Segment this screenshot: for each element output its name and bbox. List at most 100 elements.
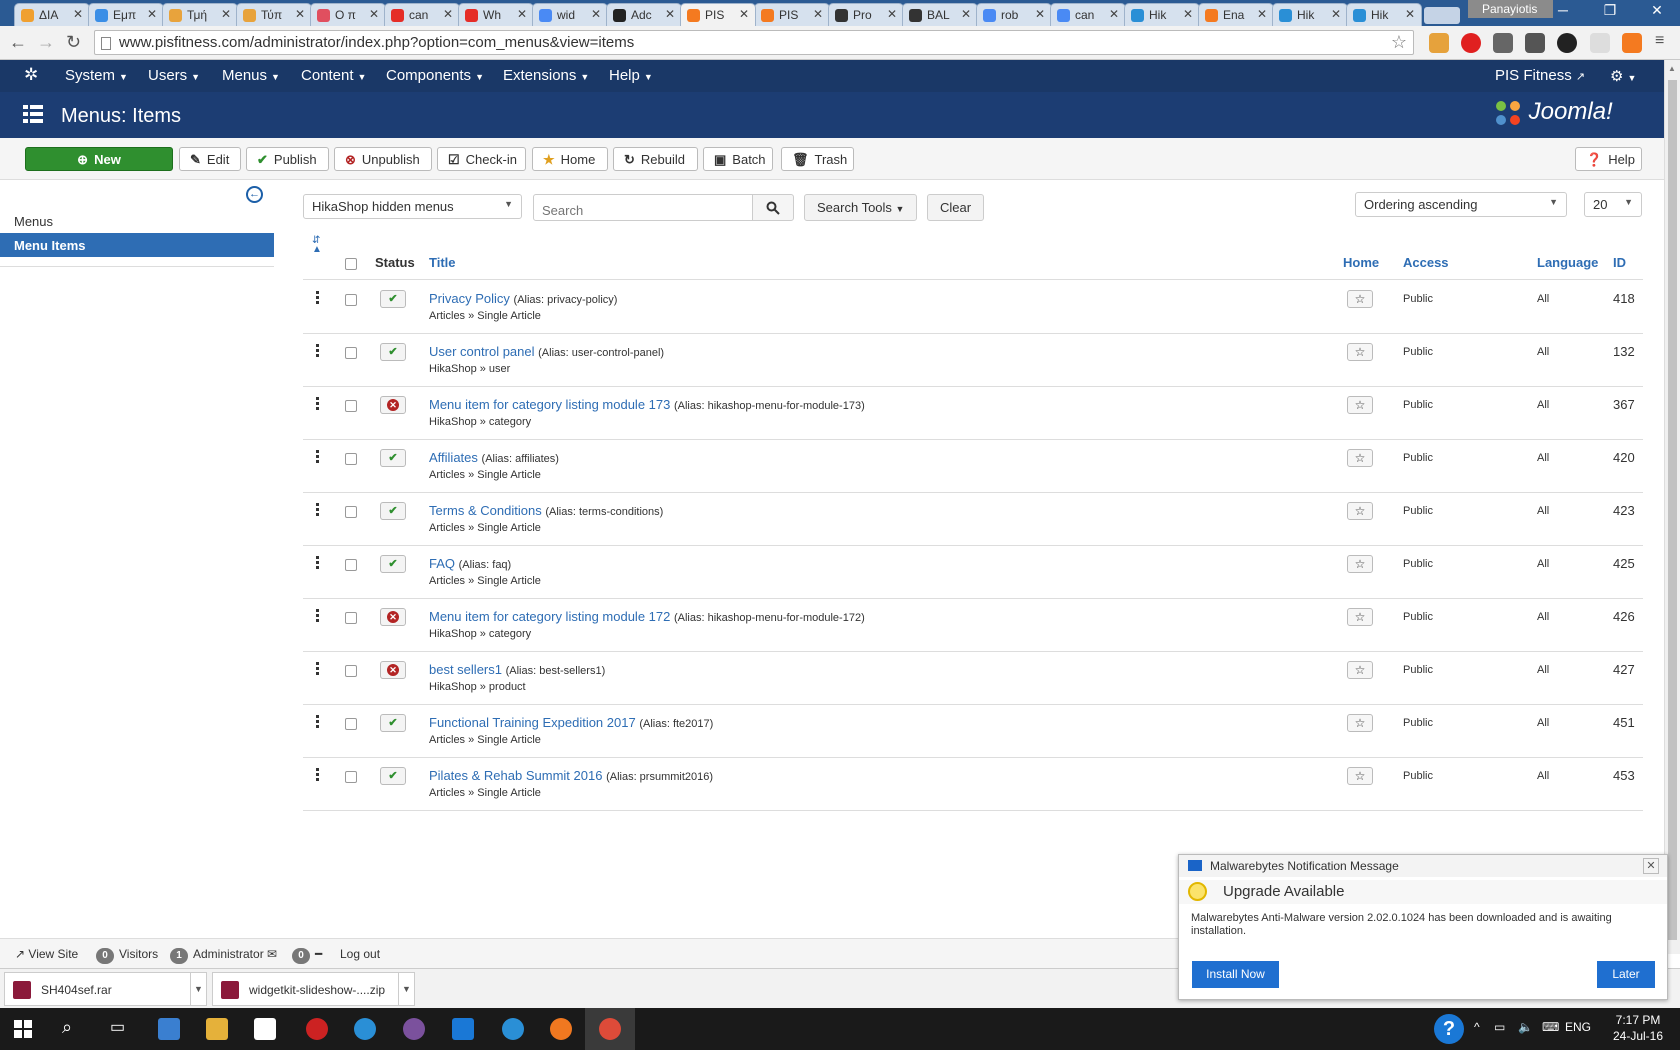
- site-link[interactable]: PIS Fitness ↗: [1495, 67, 1585, 84]
- task-view-icon[interactable]: ▭: [110, 1017, 125, 1037]
- row-checkbox[interactable]: [345, 559, 357, 571]
- drag-handle-icon[interactable]: [316, 715, 320, 729]
- back-icon[interactable]: ←: [9, 32, 27, 53]
- tab-close-icon[interactable]: ✕: [739, 7, 749, 21]
- published-toggle[interactable]: ✔: [380, 714, 406, 732]
- new-tab-button[interactable]: [1424, 7, 1460, 24]
- browser-tab[interactable]: rob ✕: [976, 3, 1052, 26]
- browser-tab[interactable]: can ✕: [384, 3, 460, 26]
- drag-handle-icon[interactable]: [316, 503, 320, 517]
- reload-icon[interactable]: ↻: [66, 32, 81, 53]
- extension-icon[interactable]: [1429, 33, 1449, 53]
- menu-content[interactable]: Content ▼: [301, 67, 366, 84]
- set-home-star-icon[interactable]: ☆: [1347, 343, 1373, 361]
- language-indicator[interactable]: ENG: [1565, 1020, 1591, 1034]
- later-button[interactable]: Later: [1597, 961, 1655, 988]
- windows-start-icon[interactable]: [14, 1020, 32, 1038]
- set-home-star-icon[interactable]: ☆: [1347, 714, 1373, 732]
- drag-handle-icon[interactable]: [316, 344, 320, 358]
- drag-handle-icon[interactable]: [316, 662, 320, 676]
- item-title-link[interactable]: User control panel: [429, 344, 535, 359]
- publish-button[interactable]: ✔ Publish: [246, 147, 329, 171]
- item-title-link[interactable]: Affiliates: [429, 450, 478, 465]
- search-input[interactable]: [533, 194, 753, 221]
- item-title-link[interactable]: Privacy Policy: [429, 291, 510, 306]
- tab-close-icon[interactable]: ✕: [1109, 7, 1119, 21]
- browser-tab[interactable]: ΔΙΑ ✕: [14, 3, 90, 26]
- browser-tab[interactable]: PIS ✕: [754, 3, 830, 26]
- set-home-star-icon[interactable]: ☆: [1347, 449, 1373, 467]
- published-toggle[interactable]: ✔: [380, 555, 406, 573]
- chevron-down-icon[interactable]: ▼: [190, 973, 206, 1005]
- menu-type-select[interactable]: HikaShop hidden menus ▼: [303, 194, 522, 219]
- drag-handle-icon[interactable]: [316, 397, 320, 411]
- tab-close-icon[interactable]: ✕: [591, 7, 601, 21]
- trash-button[interactable]: 🗑 Trash: [781, 147, 854, 171]
- item-title-link[interactable]: Menu item for category listing module 17…: [429, 609, 670, 624]
- volume-icon[interactable]: 🔈: [1518, 1020, 1533, 1034]
- chrome-taskbar-button[interactable]: [585, 1008, 635, 1050]
- browser-tab[interactable]: PIS ✕: [680, 3, 756, 26]
- row-checkbox[interactable]: [345, 612, 357, 624]
- browser-tab[interactable]: Hik ✕: [1346, 3, 1422, 26]
- tab-close-icon[interactable]: ✕: [1257, 7, 1267, 21]
- menu-help[interactable]: Help ▼: [609, 67, 653, 84]
- browser-tab[interactable]: Τύπ ✕: [236, 3, 312, 26]
- tab-close-icon[interactable]: ✕: [887, 7, 897, 21]
- chevron-down-icon[interactable]: ▼: [398, 973, 414, 1005]
- download-item[interactable]: widgetkit-slideshow-....zip ▼: [212, 972, 415, 1006]
- viber-icon[interactable]: [403, 1018, 425, 1040]
- menu-components[interactable]: Components ▼: [386, 67, 484, 84]
- published-toggle[interactable]: ✔: [380, 290, 406, 308]
- browser-tab[interactable]: Wh ✕: [458, 3, 534, 26]
- row-checkbox[interactable]: [345, 506, 357, 518]
- browser-tab[interactable]: can ✕: [1050, 3, 1126, 26]
- menu-extensions[interactable]: Extensions ▼: [503, 67, 589, 84]
- browser-tab[interactable]: wid ✕: [532, 3, 608, 26]
- tab-close-icon[interactable]: ✕: [665, 7, 675, 21]
- item-title-link[interactable]: Terms & Conditions: [429, 503, 542, 518]
- published-toggle[interactable]: ✔: [380, 449, 406, 467]
- unpublished-toggle[interactable]: ✕: [380, 396, 406, 414]
- item-title-link[interactable]: best sellers1: [429, 662, 502, 677]
- ordering-select[interactable]: Ordering ascending ▼: [1355, 192, 1567, 217]
- item-title-link[interactable]: Pilates & Rehab Summit 2016: [429, 768, 602, 783]
- column-home[interactable]: Home: [1343, 255, 1379, 270]
- edge-icon[interactable]: [452, 1018, 474, 1040]
- drag-handle-icon[interactable]: [316, 450, 320, 464]
- search-tools-button[interactable]: Search Tools ▼: [804, 194, 917, 221]
- new-button[interactable]: ⊕ New: [25, 147, 173, 171]
- collapse-sidebar-icon[interactable]: ←: [246, 186, 263, 203]
- menu-users[interactable]: Users ▼: [148, 67, 200, 84]
- menu-menus[interactable]: Menus ▼: [222, 67, 280, 84]
- column-language[interactable]: Language: [1537, 255, 1598, 270]
- restore-button[interactable]: ❐: [1587, 2, 1633, 22]
- tab-close-icon[interactable]: ✕: [147, 7, 157, 21]
- row-checkbox[interactable]: [345, 294, 357, 306]
- set-home-star-icon[interactable]: ☆: [1347, 555, 1373, 573]
- row-checkbox[interactable]: [345, 665, 357, 677]
- tab-close-icon[interactable]: ✕: [517, 7, 527, 21]
- clock[interactable]: 7:17 PM 24-Jul-16: [1600, 1012, 1676, 1044]
- url-field[interactable]: www.pisfitness.com/administrator/index.p…: [94, 30, 1414, 55]
- column-title[interactable]: Title: [429, 255, 456, 270]
- set-home-star-icon[interactable]: ☆: [1347, 502, 1373, 520]
- drag-handle-icon[interactable]: [316, 556, 320, 570]
- column-status[interactable]: Status: [375, 255, 415, 270]
- network-icon[interactable]: ▭: [1494, 1020, 1505, 1034]
- sidebar-item-menus[interactable]: Menus: [0, 209, 274, 233]
- browser-tab[interactable]: Τμή ✕: [162, 3, 238, 26]
- page-scrollbar[interactable]: ▲: [1664, 60, 1680, 954]
- tab-close-icon[interactable]: ✕: [1035, 7, 1045, 21]
- extension-icon[interactable]: [1525, 33, 1545, 53]
- drag-handle-icon[interactable]: [316, 609, 320, 623]
- search-icon[interactable]: ⌕: [62, 1017, 72, 1038]
- row-checkbox[interactable]: [345, 453, 357, 465]
- unpublish-button[interactable]: ⊗ Unpublish: [334, 147, 432, 171]
- close-window-button[interactable]: ✕: [1634, 2, 1680, 22]
- joomla-icon[interactable]: ✲: [24, 65, 38, 85]
- item-title-link[interactable]: FAQ: [429, 556, 455, 571]
- logout-link[interactable]: Log out: [340, 947, 380, 961]
- tab-close-icon[interactable]: ✕: [295, 7, 305, 21]
- browser-tab[interactable]: BAL ✕: [902, 3, 978, 26]
